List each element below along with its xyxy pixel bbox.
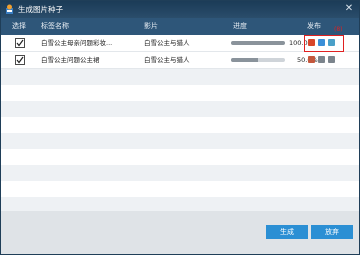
annotation-callout: (8) [334, 26, 343, 33]
close-button[interactable]: ✕ [343, 3, 355, 15]
tag-name-cell: 白雪公主问题公主裙 [41, 56, 100, 64]
table-row[interactable]: 白雪公主问题公主裙 白雪公主与猎人 50.0% [1, 52, 359, 69]
column-header-progress[interactable]: 进度 [233, 21, 247, 32]
progress-fill [231, 41, 285, 45]
window-title: 生成图片种子 [18, 5, 63, 14]
empty-row [1, 197, 359, 211]
empty-row [1, 165, 359, 181]
generate-button[interactable]: 生成 [266, 225, 308, 239]
empty-row [1, 85, 359, 101]
empty-row [1, 149, 359, 165]
row-checkbox[interactable] [15, 55, 25, 65]
publish-gray-icon[interactable] [328, 56, 335, 63]
empty-row [1, 101, 359, 117]
table-body: 白雪公主母亲问题彩妆... 白雪公主与猎人 100.0% 白雪公主问题公主裙 白… [1, 35, 359, 211]
dialog-window: 生成图片种子 ✕ 选择 标签名称 影片 进度 发布 白雪公主母亲问题彩妆... … [0, 0, 360, 255]
app-icon [5, 4, 14, 14]
empty-row [1, 117, 359, 133]
progress-bar [231, 41, 285, 45]
progress-bar [231, 58, 285, 62]
row-checkbox[interactable] [15, 38, 25, 48]
empty-row [1, 69, 359, 85]
table-header: 选择 标签名称 影片 进度 发布 [1, 18, 359, 35]
column-header-select[interactable]: 选择 [12, 21, 26, 32]
dialog-footer: 生成 放弃 [1, 211, 359, 254]
progress-fill [231, 58, 258, 62]
column-header-tag-name[interactable]: 标签名称 [41, 21, 69, 32]
title-bar: 生成图片种子 ✕ [1, 1, 359, 18]
film-cell: 白雪公主与猎人 [144, 56, 190, 64]
abandon-button[interactable]: 放弃 [311, 225, 353, 239]
annotation-highlight-box [304, 35, 344, 52]
publish-gray-icon[interactable] [318, 56, 325, 63]
tag-name-cell: 白雪公主母亲问题彩妆... [41, 39, 113, 47]
empty-row [1, 181, 359, 197]
column-header-publish[interactable]: 发布 [307, 21, 321, 32]
empty-row [1, 133, 359, 149]
film-cell: 白雪公主与猎人 [144, 39, 190, 47]
publish-red-icon[interactable] [308, 56, 315, 63]
column-header-film[interactable]: 影片 [144, 21, 158, 32]
